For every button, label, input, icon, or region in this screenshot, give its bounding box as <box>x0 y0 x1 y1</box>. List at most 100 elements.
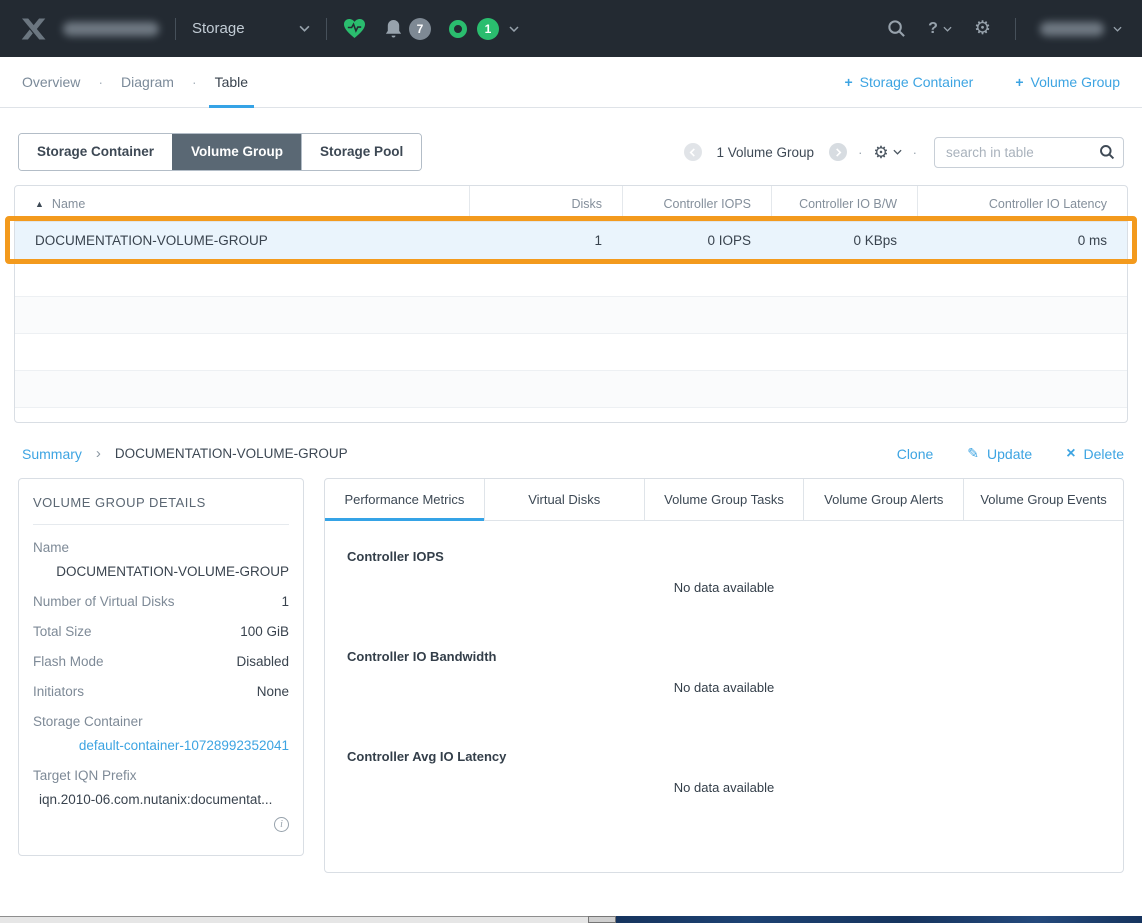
delete-label: Delete <box>1084 446 1124 462</box>
divider <box>1015 18 1016 40</box>
field-initiators: Initiators None <box>33 684 289 699</box>
clone-label: Clone <box>897 446 934 462</box>
cell-disks: 1 <box>469 222 622 259</box>
entity-count-label: 1 Volume Group <box>717 145 815 160</box>
user-menu[interactable] <box>1040 22 1122 36</box>
delete-x-icon: × <box>1066 446 1075 462</box>
health-heart-icon[interactable] <box>343 18 366 39</box>
entity-menu-storage[interactable]: Storage <box>192 20 310 37</box>
column-header-controller-io-latency[interactable]: Controller IO Latency <box>917 186 1127 221</box>
field-label: Storage Container <box>33 714 289 729</box>
table-search-input[interactable] <box>934 137 1124 168</box>
field-value: DOCUMENTATION-VOLUME-GROUP <box>33 564 289 579</box>
tab-overview[interactable]: Overview <box>22 57 80 107</box>
clone-button[interactable]: Clone <box>897 446 934 462</box>
empty-table-row <box>15 371 1127 408</box>
nutanix-x-logo[interactable] <box>20 17 47 41</box>
settings-gear-icon[interactable]: ⚙ <box>974 19 991 38</box>
add-storage-container-button[interactable]: + Storage Container <box>844 74 973 90</box>
alerts-bell-group[interactable]: 7 <box>384 18 431 40</box>
window-bottom-edge <box>0 916 1142 923</box>
pagination-next-button[interactable] <box>829 143 847 161</box>
field-value: None <box>257 684 289 699</box>
column-header-name[interactable]: ▲ Name <box>15 186 469 221</box>
chart-empty-message: No data available <box>347 780 1101 795</box>
column-header-controller-io-bw[interactable]: Controller IO B/W <box>771 186 917 221</box>
table-row-documentation-volume-group[interactable]: DOCUMENTATION-VOLUME-GROUP 1 0 IOPS 0 KB… <box>15 222 1127 260</box>
table-header-row: ▲ Name Disks Controller IOPS Controller … <box>15 186 1127 222</box>
field-label: Total Size <box>33 624 92 639</box>
dot-separator: · <box>192 74 197 90</box>
dot-separator: · <box>913 145 917 160</box>
dot-separator: · <box>98 74 103 90</box>
chevron-down-icon <box>1113 26 1122 32</box>
column-label: Controller IO Latency <box>989 197 1107 211</box>
task-ring-icon <box>449 20 467 38</box>
alert-count-badge: 7 <box>409 18 431 40</box>
field-label: Flash Mode <box>33 654 104 669</box>
empty-table-row <box>15 408 1127 423</box>
entity-menu-label: Storage <box>192 20 245 37</box>
help-label: ? <box>928 20 938 38</box>
chart-title: Controller IO Bandwidth <box>347 649 1101 664</box>
info-icon[interactable]: i <box>274 817 289 832</box>
add-storage-container-label: Storage Container <box>860 74 974 90</box>
toggle-storage-pool[interactable]: Storage Pool <box>301 134 421 170</box>
toggle-storage-container[interactable]: Storage Container <box>19 134 172 170</box>
top-navbar: Storage 7 <box>0 0 1142 57</box>
field-label: Number of Virtual Disks <box>33 594 175 609</box>
chevron-right-icon: › <box>96 445 101 462</box>
breadcrumb-summary-link[interactable]: Summary <box>22 446 82 462</box>
entity-type-toggle: Storage Container Volume Group Storage P… <box>18 133 422 171</box>
username-redacted <box>1040 22 1104 36</box>
chart-controller-iops: Controller IOPS No data available <box>325 531 1123 631</box>
tab-volume-group-tasks[interactable]: Volume Group Tasks <box>645 479 805 521</box>
add-volume-group-button[interactable]: + Volume Group <box>1015 74 1120 90</box>
breadcrumb-current: DOCUMENTATION-VOLUME-GROUP <box>115 446 348 461</box>
chart-controller-io-bandwidth: Controller IO Bandwidth No data availabl… <box>325 631 1123 731</box>
cell-controller-io-bw: 0 KBps <box>771 222 917 259</box>
tab-performance-metrics[interactable]: Performance Metrics <box>325 479 485 521</box>
field-total-size: Total Size 100 GiB <box>33 624 289 639</box>
delete-button[interactable]: × Delete <box>1066 446 1124 462</box>
tab-virtual-disks[interactable]: Virtual Disks <box>485 479 645 521</box>
gear-icon: ⚙ <box>873 144 888 161</box>
divider <box>326 18 327 40</box>
chart-controller-avg-io-latency: Controller Avg IO Latency No data availa… <box>325 731 1123 831</box>
storage-container-link[interactable]: default-container-10728992352041 <box>33 738 289 753</box>
detail-header: Summary › DOCUMENTATION-VOLUME-GROUP Clo… <box>22 445 1124 462</box>
volume-group-table: ▲ Name Disks Controller IOPS Controller … <box>14 185 1128 423</box>
update-button[interactable]: ✎ Update <box>967 445 1032 462</box>
cluster-name-redacted[interactable] <box>63 22 159 36</box>
cell-controller-iops: 0 IOPS <box>622 222 771 259</box>
task-count-badge: 1 <box>477 18 499 40</box>
divider <box>175 18 176 40</box>
chevron-down-icon <box>299 25 310 32</box>
tab-table[interactable]: Table <box>215 57 248 107</box>
tab-diagram[interactable]: Diagram <box>121 57 174 107</box>
table-settings-gear[interactable]: ⚙ <box>873 144 901 161</box>
scrollbar-thumb[interactable] <box>588 916 616 923</box>
pagination-prev-button[interactable] <box>684 143 702 161</box>
add-volume-group-label: Volume Group <box>1031 74 1121 90</box>
update-label: Update <box>987 446 1032 462</box>
field-value: Disabled <box>236 654 289 669</box>
column-header-disks[interactable]: Disks <box>469 186 622 221</box>
horizontal-scrollbar[interactable] <box>0 916 592 923</box>
tab-volume-group-alerts[interactable]: Volume Group Alerts <box>804 479 964 521</box>
tab-volume-group-events[interactable]: Volume Group Events <box>964 479 1123 521</box>
field-name: Name DOCUMENTATION-VOLUME-GROUP <box>33 540 289 579</box>
help-menu[interactable]: ? <box>928 20 952 38</box>
column-header-controller-iops[interactable]: Controller IOPS <box>622 186 771 221</box>
search-icon[interactable] <box>887 19 906 38</box>
field-value: 100 GiB <box>240 624 289 639</box>
column-label: Controller IOPS <box>663 197 751 211</box>
detail-tab-bar: Performance Metrics Virtual Disks Volume… <box>325 479 1123 521</box>
chart-empty-message: No data available <box>347 580 1101 595</box>
background-window-edge <box>616 916 1142 923</box>
field-flash-mode: Flash Mode Disabled <box>33 654 289 669</box>
tasks-group[interactable]: 1 <box>449 18 519 40</box>
toggle-volume-group[interactable]: Volume Group <box>172 134 301 170</box>
empty-table-row <box>15 334 1127 371</box>
field-label: Name <box>33 540 289 555</box>
